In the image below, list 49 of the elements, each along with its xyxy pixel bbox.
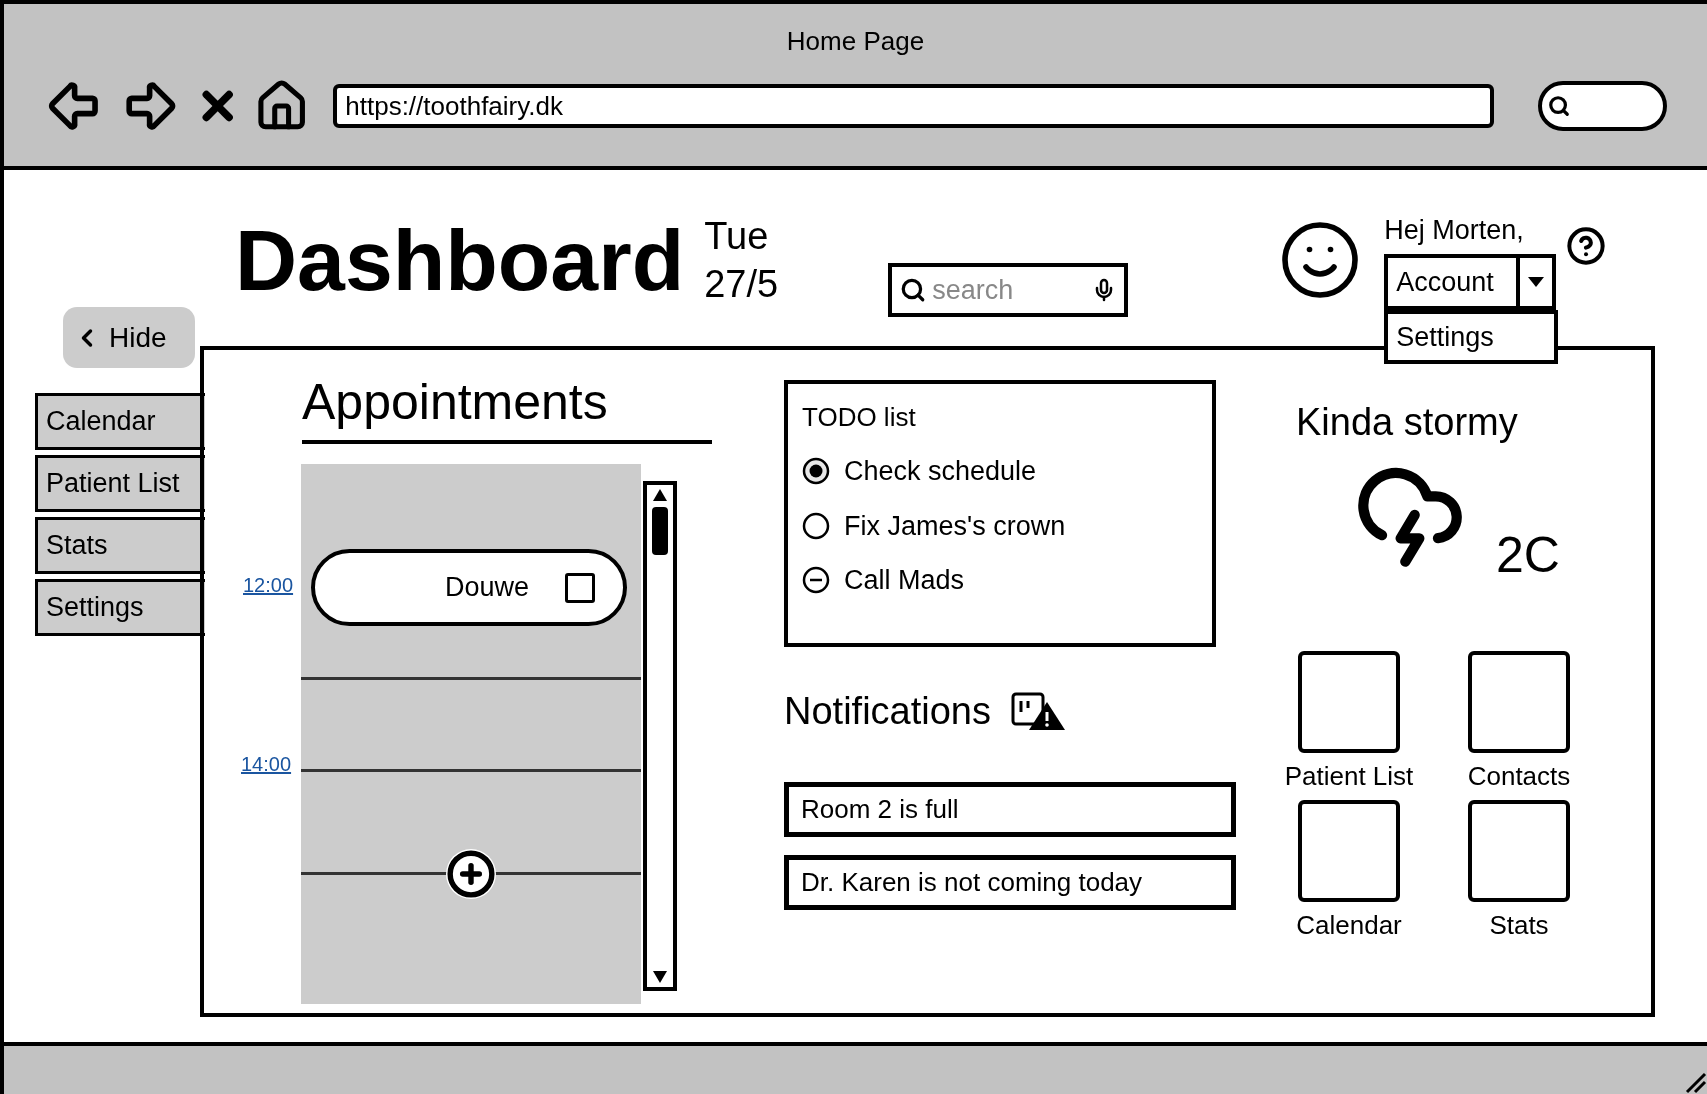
todo-item: Fix James's crown bbox=[844, 509, 1066, 543]
shortcut-label: Contacts bbox=[1467, 760, 1571, 793]
notification-warning-icon bbox=[1011, 691, 1067, 732]
shortcut-label: Stats bbox=[1489, 909, 1549, 942]
sidebar-tab[interactable]: Stats bbox=[35, 517, 205, 574]
section-heading: Appointments bbox=[302, 373, 609, 432]
notification-item[interactable]: Room 2 is full bbox=[784, 782, 1236, 837]
search-input[interactable]: search bbox=[932, 269, 1087, 311]
shortcut-tile[interactable] bbox=[1298, 651, 1400, 753]
checkbox[interactable] bbox=[565, 572, 595, 603]
page-title: Dashboard bbox=[235, 211, 685, 310]
hide-button[interactable]: Hide bbox=[63, 307, 195, 368]
shortcut-tile[interactable] bbox=[1468, 651, 1570, 753]
section-heading: Notifications bbox=[784, 689, 991, 734]
shortcut-label: Calendar bbox=[1296, 909, 1402, 942]
weather-summary: Kinda stormy bbox=[1296, 400, 1519, 445]
greeting: Hej Morten, bbox=[1384, 214, 1525, 244]
window-title: Home Page bbox=[786, 25, 925, 58]
scroll-thumb[interactable] bbox=[652, 507, 668, 555]
date: 27/5 bbox=[704, 262, 779, 307]
search-icon bbox=[1548, 95, 1571, 117]
sidebar-tab[interactable]: Settings bbox=[35, 579, 205, 636]
todo-item: Call Mads bbox=[844, 564, 965, 597]
shortcut-label: Patient List bbox=[1284, 760, 1414, 793]
resize-grip-icon[interactable] bbox=[1683, 1070, 1707, 1094]
time-link[interactable]: 12:00 bbox=[243, 570, 294, 600]
help-icon[interactable] bbox=[1566, 226, 1607, 266]
weekday: Tue bbox=[704, 214, 770, 259]
sidebar-tab[interactable]: Calendar bbox=[35, 393, 205, 450]
search-field[interactable]: search bbox=[888, 263, 1129, 317]
radio-button[interactable] bbox=[802, 566, 830, 595]
time-link[interactable]: 14:00 bbox=[241, 749, 292, 779]
notification-item[interactable]: Dr. Karen is not coming today bbox=[784, 855, 1236, 910]
add-icon[interactable] bbox=[446, 848, 496, 899]
radio-button[interactable] bbox=[802, 511, 830, 540]
scrollbar[interactable] bbox=[643, 481, 677, 991]
account-dropdown[interactable]: Account bbox=[1384, 254, 1557, 310]
radio-button[interactable] bbox=[802, 457, 830, 486]
url-field[interactable]: https://toothfairy.dk bbox=[333, 84, 1495, 128]
shortcut-tile[interactable] bbox=[1298, 800, 1400, 902]
caret-icon bbox=[1527, 276, 1546, 288]
search-icon bbox=[900, 277, 927, 303]
appointment[interactable]: Douwe bbox=[311, 549, 627, 626]
card-title: TODO list bbox=[802, 401, 917, 434]
sidebar-tab[interactable]: Patient List bbox=[35, 455, 205, 512]
shortcut-tile[interactable] bbox=[1468, 800, 1570, 902]
search-pill[interactable] bbox=[1538, 81, 1667, 131]
todo-item: Check schedule bbox=[844, 455, 1037, 488]
temperature: 2C bbox=[1496, 526, 1560, 585]
